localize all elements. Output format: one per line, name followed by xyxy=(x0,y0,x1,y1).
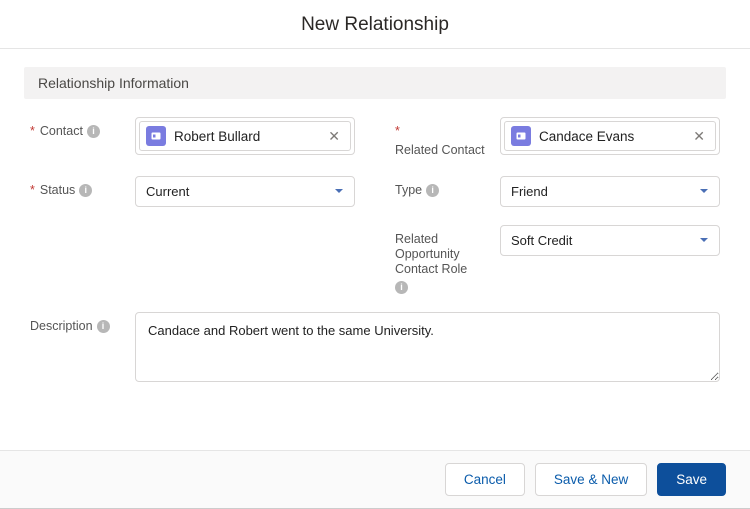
field-type: Type i Friend xyxy=(395,176,720,207)
info-icon[interactable]: i xyxy=(79,184,92,197)
related-contact-label-col: * Related Contact xyxy=(395,117,490,158)
related-contact-pill: Candace Evans ✕ xyxy=(504,121,716,151)
related-contact-lookup[interactable]: Candace Evans ✕ xyxy=(500,117,720,155)
contact-pill-name: Robert Bullard xyxy=(174,129,316,144)
field-description: Description i xyxy=(30,312,720,385)
type-select[interactable]: Friend xyxy=(500,176,720,207)
chevron-down-icon xyxy=(334,184,344,199)
field-status: * Status i Current xyxy=(30,176,355,207)
info-icon[interactable]: i xyxy=(87,125,100,138)
related-opp-role-value: Soft Credit xyxy=(511,233,572,248)
empty-cell xyxy=(30,225,355,294)
contact-lookup[interactable]: Robert Bullard ✕ xyxy=(135,117,355,155)
cancel-button[interactable]: Cancel xyxy=(445,463,525,496)
save-button[interactable]: Save xyxy=(657,463,726,496)
info-icon[interactable]: i xyxy=(97,320,110,333)
field-related-contact: * Related Contact Candace Evans ✕ xyxy=(395,117,720,158)
status-value: Current xyxy=(146,184,189,199)
related-contact-pill-remove[interactable]: ✕ xyxy=(689,129,709,143)
contact-label-col: * Contact i xyxy=(30,117,125,139)
required-marker: * xyxy=(30,183,35,198)
section-header: Relationship Information xyxy=(24,67,726,99)
related-opp-role-select[interactable]: Soft Credit xyxy=(500,225,720,256)
related-contact-label: Related Contact xyxy=(395,143,485,158)
info-icon[interactable]: i xyxy=(426,184,439,197)
modal-footer: Cancel Save & New Save xyxy=(0,450,750,508)
status-label-col: * Status i xyxy=(30,176,125,198)
related-opp-role-label-col: Related Opportunity Contact Role i xyxy=(395,225,490,294)
modal-header: New Relationship xyxy=(0,0,750,49)
modal-title: New Relationship xyxy=(0,14,750,36)
type-label-col: Type i xyxy=(395,176,490,198)
required-marker: * xyxy=(30,124,35,139)
contact-label: Contact xyxy=(40,124,83,139)
description-label: Description xyxy=(30,319,93,334)
type-label: Type xyxy=(395,183,422,198)
related-opp-role-label: Related Opportunity Contact Role xyxy=(395,232,490,277)
save-and-new-button[interactable]: Save & New xyxy=(535,463,647,496)
chevron-down-icon xyxy=(699,233,709,248)
contact-pill: Robert Bullard ✕ xyxy=(139,121,351,151)
contact-avatar-icon xyxy=(146,126,166,146)
related-contact-pill-name: Candace Evans xyxy=(539,129,681,144)
field-related-opp-role: Related Opportunity Contact Role i Soft … xyxy=(395,225,720,294)
required-marker: * xyxy=(395,124,400,139)
form-grid: * Contact i Robert Bullard ✕ xyxy=(30,117,720,385)
chevron-down-icon xyxy=(699,184,709,199)
status-select[interactable]: Current xyxy=(135,176,355,207)
field-contact: * Contact i Robert Bullard ✕ xyxy=(30,117,355,158)
type-value: Friend xyxy=(511,184,548,199)
info-icon[interactable]: i xyxy=(395,281,408,294)
modal-body: Relationship Information * Contact i xyxy=(0,49,750,450)
contact-avatar-icon xyxy=(511,126,531,146)
description-textarea[interactable] xyxy=(135,312,720,382)
contact-pill-remove[interactable]: ✕ xyxy=(324,129,344,143)
status-label: Status xyxy=(40,183,75,198)
new-relationship-modal: New Relationship Relationship Informatio… xyxy=(0,0,750,509)
description-label-col: Description i xyxy=(30,312,125,334)
